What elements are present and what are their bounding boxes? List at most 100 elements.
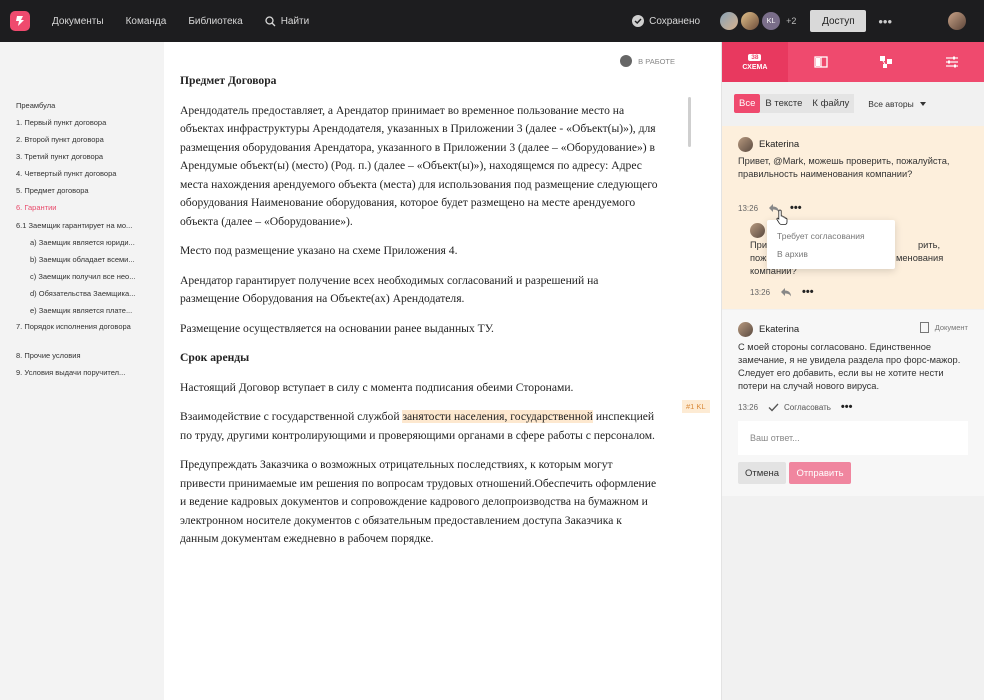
comment-author[interactable]: Ekaterina: [738, 322, 799, 337]
filter-to-file[interactable]: К файлу: [807, 94, 855, 113]
outline-item[interactable]: 9. Условия выдачи поручител...: [16, 368, 125, 377]
avatar[interactable]: [738, 322, 753, 337]
reply-text-fragment: менования: [896, 253, 944, 263]
comment-time: 13:26: [750, 287, 771, 297]
tab-label: СХЕМА: [742, 63, 768, 71]
document-status[interactable]: В РАБОТЕ: [620, 55, 675, 67]
document-tag: Документ: [919, 322, 968, 333]
authors-dropdown[interactable]: Все авторы: [868, 99, 926, 109]
paragraph[interactable]: Предупреждать Заказчика о возможных отри…: [180, 456, 660, 549]
app-logo-icon[interactable]: [10, 11, 30, 31]
comment-context-menu: Требует согласования В архив: [767, 220, 895, 269]
paragraph[interactable]: Размещение осуществляется на основании р…: [180, 320, 660, 339]
authors-label: Все авторы: [868, 98, 914, 109]
paragraph[interactable]: Арендодатель предоставляет, а Арендатор …: [180, 102, 660, 232]
filter-in-text[interactable]: В тексте: [760, 94, 808, 113]
outline-item[interactable]: e) Заемщик является плате...: [30, 306, 132, 315]
tab-scheme[interactable]: 38 СХЕМА: [722, 42, 788, 82]
reply-meta: 13:26 •••: [750, 286, 814, 298]
paragraph[interactable]: Место под размещение указано на схеме Пр…: [180, 242, 660, 261]
more-options-icon[interactable]: •••: [790, 202, 802, 214]
text: Взаимодействие с государственной службой: [180, 410, 403, 423]
avatar[interactable]: [750, 223, 765, 238]
extra-collaborators-count[interactable]: +2: [786, 16, 796, 26]
outline-item[interactable]: Преамбула: [16, 101, 55, 110]
comment-filters: Все В тексте К файлу Все авторы: [734, 94, 927, 113]
more-menu-icon[interactable]: •••: [878, 14, 892, 29]
document-body[interactable]: Предмет Договора Арендодатель предоставл…: [180, 72, 660, 560]
comment-meta: 13:26 Согласовать •••: [738, 401, 852, 413]
sliders-icon: [946, 56, 959, 68]
outline-item[interactable]: 4. Четвертый пункт договора: [16, 169, 116, 178]
top-bar: Документы Команда Библиотека Найти Сохра…: [0, 0, 984, 42]
flow-icon: [880, 56, 893, 68]
cancel-button[interactable]: Отмена: [738, 462, 786, 484]
comment-thread[interactable]: Ekaterina Привет, @Mark, можешь проверит…: [722, 126, 984, 309]
filter-all[interactable]: Все: [734, 94, 761, 113]
book-icon: [813, 56, 828, 68]
cursor-hand-icon: [776, 209, 788, 225]
reply-text-fragment: рить,: [918, 240, 941, 250]
avatar[interactable]: [741, 12, 760, 30]
menu-item-requires-approval[interactable]: Требует согласования: [777, 231, 865, 241]
saved-label: Сохранено: [649, 15, 701, 27]
saved-status: Сохранено: [632, 15, 700, 27]
status-label: В РАБОТЕ: [638, 56, 675, 66]
comment-time: 13:26: [738, 203, 759, 213]
more-options-icon[interactable]: •••: [841, 401, 853, 413]
tab-book[interactable]: [788, 42, 854, 82]
reply-input[interactable]: Ваш ответ...: [738, 421, 968, 455]
reply-text-fragment: При: [750, 240, 768, 250]
comment-author[interactable]: Ekaterina: [738, 137, 799, 152]
search-button[interactable]: Найти: [265, 15, 309, 27]
outline-item[interactable]: 1. Первый пункт договора: [16, 118, 106, 127]
more-options-icon[interactable]: •••: [802, 286, 814, 298]
section-heading: Срок аренды: [180, 351, 250, 364]
outline-item[interactable]: b) Заемщик обладает всеми...: [30, 255, 135, 264]
access-button[interactable]: Доступ: [810, 10, 867, 32]
search-icon: [265, 15, 276, 26]
menu-item-archive[interactable]: В архив: [777, 249, 808, 259]
outline-item-active[interactable]: 6. Гарантии: [16, 203, 56, 212]
nav-documents[interactable]: Документы: [52, 16, 104, 27]
approve-label: Согласовать: [784, 402, 831, 412]
chevron-down-icon: [919, 101, 926, 106]
paragraph[interactable]: Арендатор гарантирует получение всех нео…: [180, 272, 660, 309]
avatar[interactable]: [720, 12, 739, 30]
tab-settings[interactable]: [919, 42, 984, 82]
outline-item[interactable]: c) Заемщик получил все нео...: [30, 272, 135, 281]
outline-item[interactable]: d) Обязательства Заемщика...: [30, 289, 135, 298]
reply-icon[interactable]: [780, 287, 792, 297]
commented-text-highlight[interactable]: занятости населения, государственной: [402, 410, 593, 423]
tab-flow[interactable]: [854, 42, 920, 82]
nav-team[interactable]: Команда: [126, 16, 167, 27]
outline-item[interactable]: 6.1 Заемщик гарантирует на мо...: [16, 221, 132, 230]
comments-panel: 38 СХЕМА Все В тексте К файлу Все авторы…: [721, 42, 984, 700]
outline-item[interactable]: 7. Порядок исполнения договора: [16, 321, 146, 333]
outline-item[interactable]: 3. Третий пункт договора: [16, 152, 103, 161]
user-avatar[interactable]: [948, 12, 966, 30]
check-circle-icon: [632, 15, 645, 27]
clock-icon: [620, 55, 633, 67]
avatar-initials[interactable]: KL: [762, 12, 781, 30]
check-icon: [768, 403, 779, 411]
paragraph-with-comment[interactable]: Взаимодействие с государственной службой…: [180, 408, 660, 445]
comment-meta: 13:26 •••: [738, 202, 802, 214]
approve-button[interactable]: Согласовать: [768, 403, 831, 412]
outline-item[interactable]: a) Заемщик является юриди...: [30, 238, 135, 247]
author-name: Ekaterina: [759, 324, 800, 335]
section-heading: Предмет Договора: [180, 74, 277, 87]
comment-marker[interactable]: #1 KL: [682, 400, 710, 413]
document-outline: Преамбула 1. Первый пункт договора 2. Вт…: [0, 42, 164, 700]
nav-library[interactable]: Библиотека: [188, 16, 242, 27]
scrollbar[interactable]: [688, 97, 691, 147]
avatar[interactable]: [738, 137, 753, 152]
send-button[interactable]: Отправить: [789, 462, 851, 484]
document-editor[interactable]: В РАБОТЕ Предмет Договора Арендодатель п…: [164, 42, 721, 700]
comment-text: С моей стороны согласовано. Единственное…: [738, 342, 961, 391]
outline-item[interactable]: 8. Прочие условия: [16, 351, 81, 360]
outline-item[interactable]: 2. Второй пункт договора: [16, 135, 104, 144]
outline-item[interactable]: 5. Предмет договора: [16, 186, 89, 195]
collaborators[interactable]: KL +2: [720, 12, 796, 30]
paragraph[interactable]: Настоящий Договор вступает в силу с моме…: [180, 379, 660, 398]
